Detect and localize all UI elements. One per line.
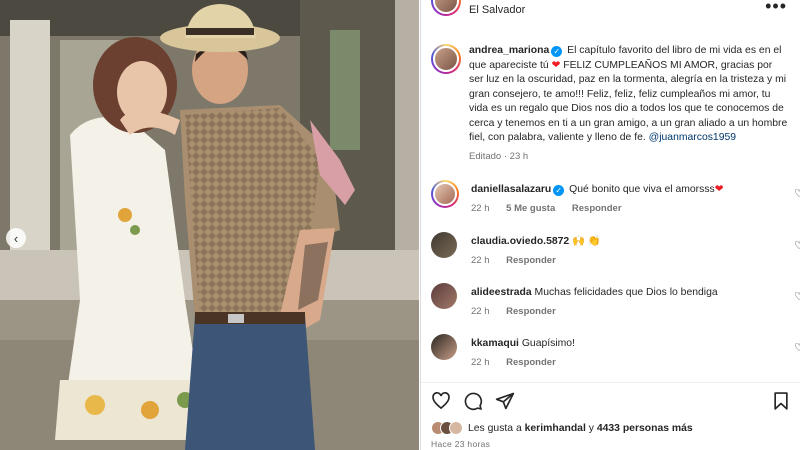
comment-body: claudia.oviedo.5872 🙌 👏 [471,235,771,249]
comment-icon[interactable] [463,391,483,411]
comment-like-heart-icon[interactable]: ♡ [794,187,800,200]
couple-photo-illustration [0,0,419,450]
comment-body: alideestrada Muchas felicidades que Dios… [471,286,771,300]
comment-reply-button[interactable]: Responder [506,357,556,368]
more-icon[interactable]: ••• [765,0,787,17]
comment-time: 22 h [471,203,490,214]
comment-meta: 22 h 5 Me gusta Responder [471,203,636,214]
post-photo[interactable]: ‹ [0,0,419,450]
post-header: El Salvador ••• [421,0,800,22]
comment-text: Muchas felicidades que Dios lo bendiga [534,287,718,298]
comment-username[interactable]: daniellasalazaru [471,184,551,195]
post-details-panel: El Salvador ••• andrea_mariona ✓ El capít… [420,0,800,450]
post-time-ago[interactable]: Hace 23 horas [431,439,490,449]
comment-reply-button[interactable]: Responder [506,255,556,266]
caption-username[interactable]: andrea_mariona [469,45,549,56]
comment-username[interactable]: kkamaqui [471,338,519,349]
caption-mention-link[interactable]: @juanmarcos1959 [649,132,736,143]
likes-text: Les gusta a kerimhandal y 4433 personas … [468,423,693,434]
likes-connector: y [588,422,594,434]
comment-like-heart-icon[interactable]: ♡ [794,239,800,252]
comment-time: 22 h [471,306,490,317]
comment-body: kkamaqui Guapísimo! [471,337,771,351]
previous-photo-button[interactable]: ‹ [6,228,26,248]
heart-emoji-icon: ❤ [551,59,561,71]
share-icon[interactable] [495,391,515,411]
likes-count-link[interactable]: 4433 personas más [597,423,693,434]
comment-meta: 22 h Responder [471,255,570,266]
likes-prefix: Les gusta a [468,422,522,434]
heart-emoji-icon: ❤ [714,184,724,195]
comment-avatar[interactable] [431,180,459,208]
comment-item: kkamaqui Guapísimo! 22 h Responder ♡ [431,334,800,378]
comment-item: daniellasalazaru ✓ Qué bonito que viva el… [431,180,800,224]
likes-summary: Les gusta a kerimhandal y 4433 personas … [431,421,693,435]
comment-username[interactable]: alideestrada [471,287,532,298]
verified-icon: ✓ [553,185,565,196]
comment-body: daniellasalazaru ✓ Qué bonito que viva el… [471,183,771,197]
post-action-bar: Les gusta a kerimhandal y 4433 personas … [421,382,800,450]
caption-author-avatar[interactable] [431,44,461,74]
comment-meta: 22 h Responder [471,357,570,368]
comment-item: claudia.oviedo.5872 🙌 👏 22 h Responder ♡ [431,232,800,276]
comment-reply-button[interactable]: Responder [572,203,622,214]
post-caption: andrea_mariona ✓ El capítulo favorito del… [431,44,791,164]
save-icon[interactable] [771,391,791,411]
comment-like-heart-icon[interactable]: ♡ [794,341,800,354]
heart-icon[interactable] [431,391,451,411]
author-avatar[interactable] [431,0,461,16]
comment-like-heart-icon[interactable]: ♡ [794,290,800,303]
liker-avatar [449,421,463,435]
likes-user-link[interactable]: kerimhandal [525,423,586,434]
verified-icon: ✓ [551,46,563,57]
comment-time: 22 h [471,255,490,266]
post-location[interactable]: El Salvador [469,4,525,16]
comment-reply-button[interactable]: Responder [506,306,556,317]
comment-time: 22 h [471,357,490,368]
action-icons [431,391,515,411]
comment-item: alideestrada Muchas felicidades que Dios… [431,283,800,327]
comment-avatar[interactable] [431,232,457,258]
caption-text-block: andrea_mariona ✓ El capítulo favorito del… [469,44,789,164]
comment-username[interactable]: claudia.oviedo.5872 [471,236,569,247]
caption-text-part-2: FELIZ CUMPLEAÑOS MI AMOR, gracias por se… [469,59,788,144]
comment-meta: 22 h Responder [471,306,570,317]
comment-likes-count[interactable]: 5 Me gusta [506,203,555,214]
comment-text: Qué bonito que viva el amorsss [569,184,715,195]
comment-avatar[interactable] [431,334,457,360]
comment-avatar[interactable] [431,283,457,309]
comment-text: Guapísimo! [521,338,575,349]
caption-meta: Editado · 23 h [469,150,529,162]
comment-text: 🙌 👏 [572,236,601,247]
chevron-left-icon: ‹ [13,230,19,246]
